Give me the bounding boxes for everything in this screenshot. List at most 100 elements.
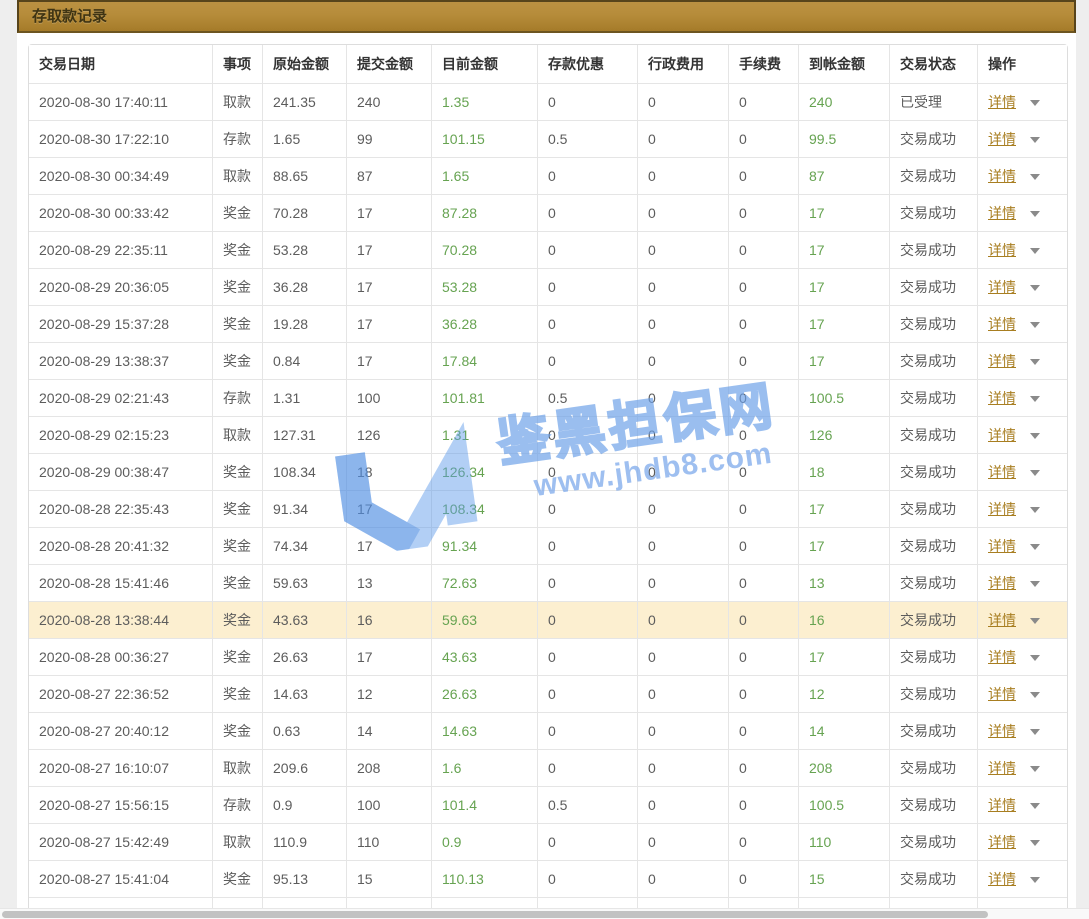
cell-current: 43.63 — [431, 638, 537, 675]
detail-link[interactable]: 详情 — [988, 205, 1016, 221]
chevron-down-icon[interactable] — [1030, 248, 1040, 254]
detail-link[interactable]: 详情 — [988, 834, 1016, 850]
cell-date: 2020-08-28 00:36:27 — [29, 638, 212, 675]
chevron-down-icon[interactable] — [1030, 507, 1040, 513]
cell-item: 奖金 — [212, 194, 262, 231]
chevron-down-icon[interactable] — [1030, 840, 1040, 846]
column-header: 交易日期 — [29, 45, 212, 83]
cell-submitted: 99 — [346, 120, 431, 157]
cell-bonus: 0 — [537, 83, 637, 120]
chevron-down-icon[interactable] — [1030, 285, 1040, 291]
cell-current: 70.28 — [431, 231, 537, 268]
cell-submitted: 15 — [346, 860, 431, 897]
horizontal-scrollbar-thumb[interactable] — [2, 911, 988, 918]
chevron-down-icon[interactable] — [1030, 100, 1040, 106]
cell-current: 110.13 — [431, 860, 537, 897]
column-header: 原始金额 — [262, 45, 346, 83]
cell-credited: 15 — [798, 860, 889, 897]
detail-link[interactable]: 详情 — [988, 390, 1016, 406]
cell-fee: 0 — [728, 305, 798, 342]
chevron-down-icon[interactable] — [1030, 766, 1040, 772]
detail-link[interactable]: 详情 — [988, 575, 1016, 591]
cell-item: 奖金 — [212, 527, 262, 564]
chevron-down-icon[interactable] — [1030, 581, 1040, 587]
detail-link[interactable]: 详情 — [988, 760, 1016, 776]
detail-link[interactable]: 详情 — [988, 168, 1016, 184]
detail-link[interactable]: 详情 — [988, 538, 1016, 554]
cell-item: 存款 — [212, 786, 262, 823]
cell-bonus: 0 — [537, 342, 637, 379]
cell-current: 26.63 — [431, 675, 537, 712]
cell-bonus: 0 — [537, 268, 637, 305]
cell-status: 交易成功 — [889, 490, 977, 527]
detail-link[interactable]: 详情 — [988, 501, 1016, 517]
detail-link[interactable]: 详情 — [988, 353, 1016, 369]
chevron-down-icon[interactable] — [1030, 803, 1040, 809]
cell-admin: 0 — [637, 120, 728, 157]
detail-link[interactable]: 详情 — [988, 612, 1016, 628]
cell-current: 0.9 — [431, 823, 537, 860]
chevron-down-icon[interactable] — [1030, 396, 1040, 402]
chevron-down-icon[interactable] — [1030, 322, 1040, 328]
cell-actions: 详情 — [977, 83, 1067, 120]
chevron-down-icon[interactable] — [1030, 433, 1040, 439]
detail-link[interactable]: 详情 — [988, 94, 1016, 110]
chevron-down-icon[interactable] — [1030, 618, 1040, 624]
detail-link[interactable]: 详情 — [988, 871, 1016, 887]
cell-submitted: 17 — [346, 305, 431, 342]
cell-status: 交易成功 — [889, 453, 977, 490]
cell-admin: 0 — [637, 268, 728, 305]
cell-date: 2020-08-29 02:21:43 — [29, 379, 212, 416]
detail-link[interactable]: 详情 — [988, 316, 1016, 332]
cell-date: 2020-08-27 20:40:12 — [29, 712, 212, 749]
detail-link[interactable]: 详情 — [988, 797, 1016, 813]
detail-link[interactable]: 详情 — [988, 131, 1016, 147]
cell-date: 2020-08-29 02:15:23 — [29, 416, 212, 453]
cell-status: 交易成功 — [889, 786, 977, 823]
cell-current: 101.81 — [431, 379, 537, 416]
cell-fee: 0 — [728, 268, 798, 305]
chevron-down-icon[interactable] — [1030, 359, 1040, 365]
detail-link[interactable]: 详情 — [988, 649, 1016, 665]
cell-bonus: 0 — [537, 231, 637, 268]
table-row: 2020-08-28 15:41:46奖金59.631372.6300013交易… — [29, 564, 1067, 601]
cell-bonus: 0 — [537, 194, 637, 231]
cell-item: 奖金 — [212, 860, 262, 897]
column-header: 到帐金额 — [798, 45, 889, 83]
cell-date: 2020-08-28 22:35:43 — [29, 490, 212, 527]
cell-actions: 详情 — [977, 231, 1067, 268]
detail-link[interactable]: 详情 — [988, 723, 1016, 739]
cell-item: 奖金 — [212, 268, 262, 305]
detail-link[interactable]: 详情 — [988, 242, 1016, 258]
cell-original: 209.6 — [262, 749, 346, 786]
cell-bonus: 0 — [537, 490, 637, 527]
cell-status: 交易成功 — [889, 268, 977, 305]
cell-current: 126.34 — [431, 453, 537, 490]
detail-link[interactable]: 详情 — [988, 464, 1016, 480]
horizontal-scrollbar[interactable] — [0, 908, 1089, 919]
chevron-down-icon[interactable] — [1030, 211, 1040, 217]
cell-credited: 99.5 — [798, 120, 889, 157]
cell-credited: 240 — [798, 83, 889, 120]
detail-link[interactable]: 详情 — [988, 427, 1016, 443]
table-row: 2020-08-28 22:35:43奖金91.3417108.3400017交… — [29, 490, 1067, 527]
cell-submitted: 126 — [346, 416, 431, 453]
cell-credited: 12 — [798, 675, 889, 712]
detail-link[interactable]: 详情 — [988, 279, 1016, 295]
cell-item: 奖金 — [212, 305, 262, 342]
chevron-down-icon[interactable] — [1030, 877, 1040, 883]
table-row: 2020-08-28 20:41:32奖金74.341791.3400017交易… — [29, 527, 1067, 564]
chevron-down-icon[interactable] — [1030, 137, 1040, 143]
chevron-down-icon[interactable] — [1030, 692, 1040, 698]
chevron-down-icon[interactable] — [1030, 729, 1040, 735]
cell-credited: 100.5 — [798, 379, 889, 416]
table-row: 2020-08-27 15:42:49取款110.91100.9000110交易… — [29, 823, 1067, 860]
chevron-down-icon[interactable] — [1030, 544, 1040, 550]
cell-submitted: 110 — [346, 823, 431, 860]
chevron-down-icon[interactable] — [1030, 470, 1040, 476]
cell-bonus: 0 — [537, 564, 637, 601]
chevron-down-icon[interactable] — [1030, 174, 1040, 180]
cell-admin: 0 — [637, 786, 728, 823]
detail-link[interactable]: 详情 — [988, 686, 1016, 702]
chevron-down-icon[interactable] — [1030, 655, 1040, 661]
